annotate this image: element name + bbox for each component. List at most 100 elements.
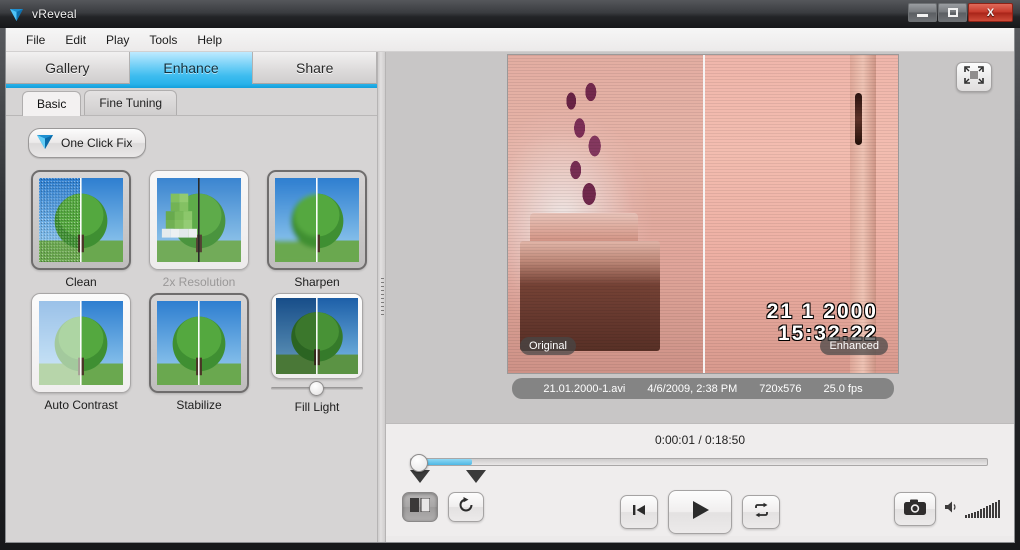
tool-auto-contrast-label: Auto Contrast (44, 398, 118, 412)
tool-clean-label: Clean (65, 275, 97, 289)
one-click-fix-label: One Click Fix (61, 136, 133, 150)
original-label: Original (520, 337, 576, 355)
menu-edit[interactable]: Edit (55, 30, 96, 50)
video-framerate: 25.0 fps (823, 382, 863, 395)
tool-sharpen: Sharpen (260, 170, 374, 289)
video-viewer-area: 21 1 2000 15:32:22 Original Enhanced 21.… (386, 52, 1014, 423)
split-view-icon (410, 497, 431, 517)
video-frame[interactable]: 21 1 2000 15:32:22 Original Enhanced 21.… (508, 55, 898, 399)
loop-button[interactable] (742, 495, 780, 529)
enhancement-tool-grid: Clean 2x Resolution Sharpen Auto Contras… (6, 170, 377, 414)
one-click-fix-row: One Click Fix (6, 128, 377, 158)
enhanced-label: Enhanced (820, 337, 888, 355)
tool-fill-light: Fill Light (260, 293, 374, 414)
video-info-bar: 21.01.2000-1.avi 4/6/2009, 2:38 PM 720x5… (512, 378, 894, 399)
rotate-icon (457, 496, 475, 519)
tool-clean-thumbnail (39, 178, 123, 262)
video-timestamp-date: 21 1 2000 (766, 299, 878, 323)
tool-auto-contrast-button[interactable] (31, 293, 131, 393)
desaturation-overlay (508, 55, 703, 373)
tool-stabilize-thumbnail (157, 301, 241, 385)
video-canvas: 21 1 2000 15:32:22 Original Enhanced (508, 55, 898, 373)
tool-clean: Clean (24, 170, 138, 289)
subtab-fine-tuning[interactable]: Fine Tuning (84, 90, 178, 115)
snapshot-button[interactable] (894, 492, 936, 526)
tool-2x-resolution: 2x Resolution (142, 170, 256, 289)
seek-bar-knob[interactable] (410, 454, 428, 472)
trim-out-marker[interactable] (466, 470, 486, 483)
tool-auto-contrast-thumbnail (39, 301, 123, 385)
seek-bar[interactable] (410, 454, 988, 483)
tool-fill-light-thumbnail (276, 298, 358, 374)
maximize-icon (947, 8, 958, 17)
tool-fill-light-button[interactable] (271, 293, 363, 379)
fill-light-slider[interactable] (271, 381, 363, 396)
diamond-icon (36, 133, 54, 153)
play-icon (688, 498, 712, 527)
minimize-icon (917, 14, 928, 17)
split-view-button[interactable] (402, 492, 438, 522)
rotate-button[interactable] (448, 492, 484, 522)
sub-tab-bar: Basic Fine Tuning (6, 88, 377, 116)
basic-panel-body: One Click Fix Clean 2x Resolution Sharpe… (6, 116, 377, 542)
right-panel: 21 1 2000 15:32:22 Original Enhanced 21.… (386, 52, 1014, 542)
volume-icon[interactable] (944, 500, 957, 519)
comparison-divider[interactable] (703, 55, 705, 373)
vreveal-application-window: vReveal X File Edit Play Tools Help Gall… (0, 0, 1020, 550)
panel-splitter[interactable] (377, 52, 386, 542)
tool-sharpen-label: Sharpen (294, 275, 340, 289)
timecode-display: 0:00:01 / 0:18:50 (654, 433, 746, 447)
menu-file[interactable]: File (16, 30, 55, 50)
seek-bar-track[interactable] (410, 458, 988, 466)
tool-auto-contrast: Auto Contrast (24, 293, 138, 414)
play-button[interactable] (668, 490, 732, 534)
loop-icon (753, 502, 770, 523)
one-click-fix-button[interactable]: One Click Fix (28, 128, 147, 158)
tab-gallery[interactable]: Gallery (6, 52, 130, 84)
tool-stabilize-button[interactable] (149, 293, 249, 393)
center-controls (620, 490, 780, 534)
skip-to-start-button[interactable] (620, 495, 658, 529)
tool-2x-resolution-button[interactable] (149, 170, 249, 270)
maximize-button[interactable] (938, 3, 967, 22)
fullscreen-button[interactable] (956, 62, 992, 92)
close-button[interactable]: X (968, 3, 1013, 22)
video-pane-original (508, 55, 703, 373)
video-resolution: 720x576 (759, 382, 802, 395)
tab-enhance[interactable]: Enhance (129, 52, 254, 84)
window-title: vReveal (32, 7, 77, 21)
fullscreen-icon (964, 65, 984, 89)
camera-icon (903, 498, 927, 521)
minimize-button[interactable] (908, 3, 937, 22)
playback-controls (386, 490, 1014, 534)
tool-sharpen-thumbnail (275, 178, 359, 262)
subtab-basic[interactable]: Basic (22, 91, 82, 116)
menu-tools[interactable]: Tools (139, 30, 187, 50)
window-buttons: X (908, 3, 1013, 22)
volume-slider[interactable] (965, 500, 1000, 518)
main-tab-bar: Gallery Enhance Share (6, 52, 378, 84)
right-controls (894, 492, 1000, 526)
tab-share[interactable]: Share (253, 52, 378, 84)
left-panel: Gallery Enhance Share Basic Fine Tuning (6, 52, 378, 542)
menu-bar: File Edit Play Tools Help (6, 28, 1014, 52)
left-controls (402, 492, 484, 522)
body-row: Gallery Enhance Share Basic Fine Tuning (6, 52, 1014, 542)
tool-stabilize: Stabilize (142, 293, 256, 414)
splitter-grip (381, 278, 384, 316)
tool-clean-button[interactable] (31, 170, 131, 270)
client-area: File Edit Play Tools Help Gallery Enhanc… (5, 28, 1015, 543)
tool-2x-resolution-label: 2x Resolution (162, 275, 236, 289)
fill-light-slider-knob[interactable] (309, 381, 324, 396)
vreveal-diamond-icon (8, 6, 25, 23)
tool-sharpen-button[interactable] (267, 170, 367, 270)
skip-to-start-icon (631, 503, 647, 522)
menu-help[interactable]: Help (187, 30, 232, 50)
tool-2x-resolution-thumbnail (157, 178, 241, 262)
tool-fill-light-label: Fill Light (294, 400, 340, 414)
video-filename: 21.01.2000-1.avi (543, 382, 626, 395)
transport-bar: 0:00:01 / 0:18:50 (386, 423, 1014, 536)
menu-play[interactable]: Play (96, 30, 139, 50)
title-bar: vReveal X (0, 0, 1020, 28)
tool-stabilize-label: Stabilize (176, 398, 222, 412)
